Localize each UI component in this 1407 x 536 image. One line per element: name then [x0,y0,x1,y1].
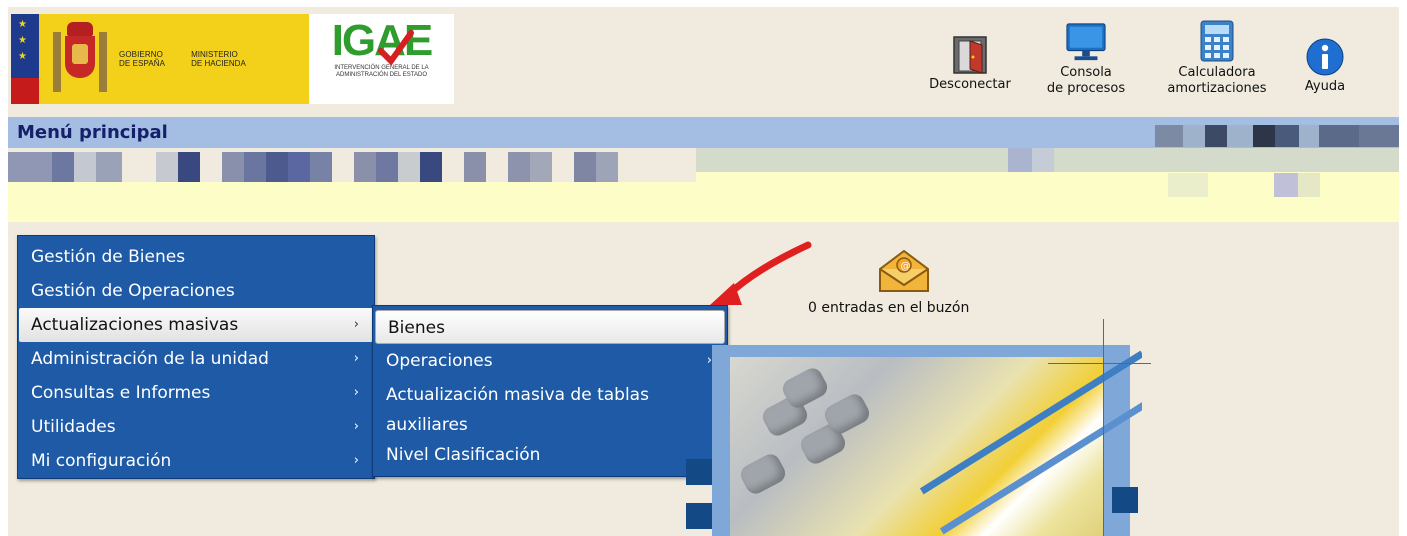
monitor-icon [1065,21,1107,63]
guide-line-horizontal [1048,363,1151,364]
eu-flag-strip: ★ ★ ★ [11,14,39,104]
igae-subtitle: INTERVENCIÓN GENERAL DE LA ADMINISTRACIÓ… [334,65,429,78]
help-button[interactable]: Ayuda [1295,35,1355,95]
page-title: Menú principal [17,122,168,143]
mailbox-count-text: 0 entradas en el buzón [808,300,970,316]
redacted-block [8,152,618,182]
svg-text:@: @ [901,261,911,272]
igae-logo: IGAE INTERVENCIÓN GENERAL DE LA ADMINIST… [309,14,454,104]
menu-item-consultas-informes[interactable]: Consultas e Informes › [19,376,373,410]
app-frame: ★ ★ ★ GOBIERNO DE ESPAÑA MINISTERIO DE HAC… [8,7,1399,536]
coat-of-arms-icon [53,22,107,96]
menu-item-actualizaciones-masivas[interactable]: Actualizaciones masivas › [19,308,373,342]
red-arrow-icon [710,241,812,305]
menu-item-utilidades[interactable]: Utilidades › [19,410,373,444]
redacted-block [1155,125,1399,147]
igae-letters: IGAE [331,16,433,66]
chevron-right-icon: › [353,453,359,468]
process-console-button[interactable]: Consola de procesos [1041,21,1131,97]
calculator-icon [1196,20,1238,63]
amortization-calculator-button[interactable]: Calculadora amortizaciones [1156,20,1278,97]
chevron-right-icon: › [353,419,359,434]
igae-check-icon [378,30,414,66]
calculator-picture [672,339,1142,536]
guide-line-vertical [1103,319,1104,536]
calculator-label-1: Calculadora [1178,65,1256,80]
redacted-block [1168,173,1320,197]
mail-envelope-icon[interactable]: @ [876,247,932,295]
calculator-label-2: amortizaciones [1167,81,1267,96]
process-console-label-2: de procesos [1046,81,1126,96]
disconnect-button[interactable]: Desconectar [925,33,1015,93]
menu-item-gestion-bienes[interactable]: Gestión de Bienes [19,240,373,274]
menu-item-mi-configuracion[interactable]: Mi configuración › [19,444,373,478]
menu-item-administracion-unidad[interactable]: Administración de la unidad › [19,342,373,376]
main-menu: Gestión de Bienes Gestión de Operaciones… [17,235,375,479]
gobierno-text: GOBIERNO DE ESPAÑA [119,50,166,68]
door-exit-icon [949,33,991,75]
chevron-right-icon: › [353,317,359,332]
chevron-right-icon: › [353,351,359,366]
redacted-block [1008,148,1054,172]
chevron-right-icon: › [353,385,359,400]
gobierno-logo: ★ ★ ★ GOBIERNO DE ESPAÑA MINISTERIO DE HAC… [11,14,309,104]
process-console-label-1: Consola [1060,65,1112,80]
help-label: Ayuda [1304,79,1346,94]
menu-item-gestion-operaciones[interactable]: Gestión de Operaciones [19,274,373,308]
disconnect-label: Desconectar [929,77,1011,92]
menu-title-bar: Menú principal [8,117,1399,148]
info-icon [1304,35,1346,77]
ministerio-text: MINISTERIO DE HACIENDA [191,50,246,68]
